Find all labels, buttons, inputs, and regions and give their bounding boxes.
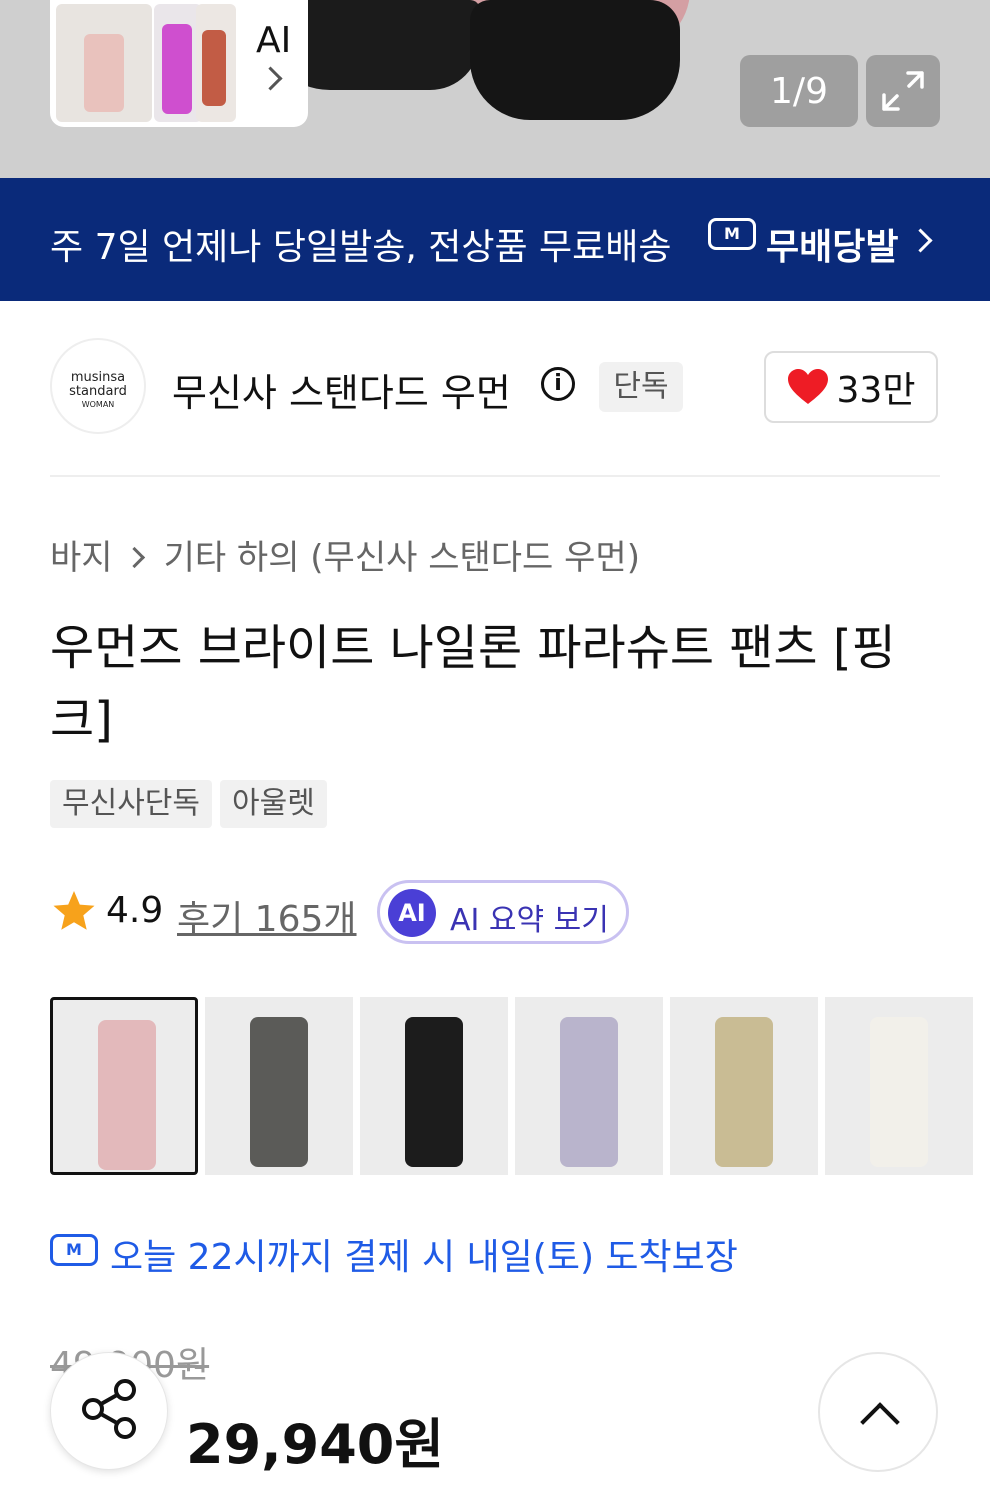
- thumbnail-charcoal[interactable]: [205, 997, 353, 1175]
- truck-icon: M: [50, 1234, 98, 1266]
- hero-shoe-right: [470, 0, 680, 120]
- brand-logo-line3: WOMAN: [81, 400, 115, 409]
- ai-thumb-3: [196, 4, 236, 122]
- thumbnail-strip: [50, 997, 973, 1175]
- thumbnail-figure: [250, 1017, 308, 1167]
- thumbnail-figure: [715, 1017, 773, 1167]
- thumbnail-black[interactable]: [360, 997, 508, 1175]
- tag-musinsa-exclusive: 무신사단독: [50, 780, 212, 828]
- ai-thumb-2: [154, 4, 202, 122]
- like-count: 33만: [836, 370, 916, 411]
- chevron-right-icon: [258, 66, 283, 91]
- thumbnail-figure: [98, 1020, 156, 1170]
- truck-icon: M: [708, 218, 756, 250]
- chevron-up-icon: [860, 1402, 900, 1442]
- like-button[interactable]: 33만: [764, 351, 938, 423]
- brand-name[interactable]: 무신사 스탠다드 우먼: [172, 362, 511, 417]
- ai-thumb-1: [56, 4, 152, 122]
- current-price: 29,940원: [186, 1413, 445, 1476]
- expand-icon: [882, 71, 924, 111]
- product-title: 우먼즈 브라이트 나일론 파라슈트 팬츠 [핑크]: [50, 620, 896, 748]
- brand-logo-line2: standard: [69, 384, 127, 399]
- thumbnail-pink[interactable]: [50, 997, 198, 1175]
- thumbnail-ivory[interactable]: [825, 997, 973, 1175]
- thumbnail-figure: [405, 1017, 463, 1167]
- thumbnail-figure: [560, 1017, 618, 1167]
- chevron-right-icon: [123, 546, 145, 569]
- thumbnail-lavender[interactable]: [515, 997, 663, 1175]
- tag-outlet: 아울렛: [220, 780, 327, 828]
- breadcrumb-category[interactable]: 바지: [50, 538, 113, 578]
- delivery-text: 오늘 22시까지 결제 시 내일(토) 도착보장: [110, 1237, 738, 1278]
- reviews-link[interactable]: 후기 165개: [177, 890, 357, 942]
- banner-brand: 무배당발: [766, 227, 899, 268]
- heart-icon: [787, 369, 828, 404]
- brand-logo[interactable]: musinsa standard WOMAN: [50, 338, 146, 434]
- truck-logo-mark: M: [708, 218, 756, 250]
- ai-recommendation-card[interactable]: AI: [50, 0, 308, 127]
- info-icon[interactable]: i: [541, 367, 575, 401]
- divider: [50, 475, 940, 477]
- ai-badge-icon: AI: [388, 889, 436, 937]
- share-icon: [82, 1379, 136, 1439]
- breadcrumb-subcategory[interactable]: 기타 하의 (무신사 스탠다드 우먼): [164, 538, 640, 578]
- product-tags: 무신사단독 아울렛: [50, 780, 327, 828]
- scroll-top-button[interactable]: [818, 1352, 938, 1472]
- share-button[interactable]: [50, 1352, 168, 1470]
- thumbnail-figure: [870, 1017, 928, 1167]
- shipping-banner[interactable]: 주 7일 언제나 당일발송, 전상품 무료배송 무배당발: [0, 178, 990, 301]
- rating-score: 4.9: [106, 890, 164, 931]
- brand-logo-line1: musinsa: [70, 370, 126, 385]
- ai-summary-label: AI 요약 보기: [450, 903, 609, 938]
- product-image-viewer[interactable]: AI 1/9: [0, 0, 990, 178]
- banner-text: 주 7일 언제나 당일발송, 전상품 무료배송: [50, 227, 672, 268]
- ai-summary-button[interactable]: AI AI 요약 보기: [377, 880, 629, 944]
- ai-card-label: AI: [256, 20, 292, 61]
- star-icon: [53, 891, 95, 930]
- breadcrumb: 바지 기타 하의 (무신사 스탠다드 우먼): [50, 530, 640, 579]
- exclusive-tag: 단독: [599, 362, 683, 412]
- image-counter: 1/9: [740, 55, 858, 127]
- thumbnail-khaki[interactable]: [670, 997, 818, 1175]
- expand-button[interactable]: [866, 55, 940, 127]
